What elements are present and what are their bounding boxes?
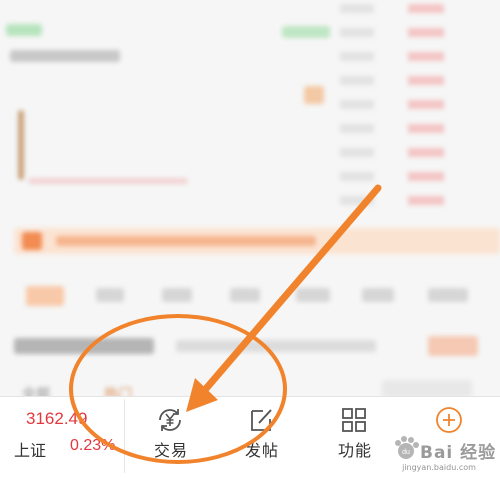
active-tab [26, 286, 64, 306]
svg-text:du: du [402, 449, 410, 456]
tab-2 [96, 288, 124, 302]
candle-stick [18, 110, 24, 180]
news-title [14, 338, 154, 354]
baidu-paw-icon: du [395, 436, 419, 459]
orange-mark [304, 86, 324, 104]
price-col [340, 4, 374, 214]
tab-5 [296, 288, 330, 302]
news-tag [428, 336, 478, 356]
title-line [10, 50, 120, 62]
grid-apps-icon [342, 408, 366, 432]
tab-7 [428, 288, 468, 302]
news-sub [176, 340, 376, 352]
post-button[interactable]: 发帖 [222, 397, 302, 477]
index-name[interactable]: 上证 [14, 437, 46, 461]
watermark-url: jingyan.baidu.com [402, 463, 476, 472]
green-tag-right [282, 26, 330, 38]
banner-icon [22, 232, 42, 250]
post-label: 发帖 [244, 441, 279, 460]
tab-6 [362, 288, 394, 302]
chart-base-line [28, 178, 188, 184]
edit-post-icon [251, 409, 272, 431]
index-value[interactable]: 3162.49 [26, 409, 87, 429]
watermark-text: Bai 经验 [420, 443, 497, 463]
tab-3 [162, 288, 192, 302]
tab-4 [230, 288, 260, 302]
yen-refresh-icon [159, 409, 181, 431]
green-tag-left [6, 24, 42, 36]
index-change[interactable]: 0.23% [70, 437, 115, 455]
blurred-content: 全部 热门 [0, 0, 500, 403]
banner-text [56, 236, 316, 246]
watermark: du Bai 经验 jingyan.baidu.com [378, 430, 500, 478]
change-col [408, 4, 444, 214]
divider [124, 399, 125, 473]
trade-button[interactable]: 交易 [131, 397, 211, 477]
trade-label: 交易 [153, 441, 188, 460]
